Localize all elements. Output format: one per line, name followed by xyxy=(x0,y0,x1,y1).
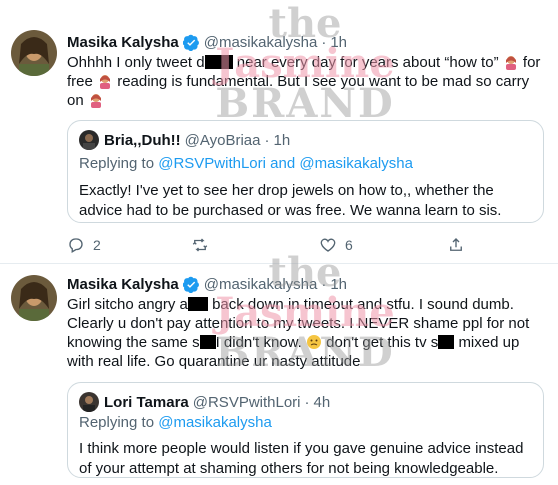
woman-tipping-hand-emoji-icon xyxy=(100,75,111,89)
retweet-icon xyxy=(192,238,208,252)
reply-count: 2 xyxy=(93,237,101,253)
tweet-header: Masika Kalysha @masikakalysha · 1h xyxy=(67,34,347,51)
text-segment: reading is fundamental. But I see you wa… xyxy=(67,73,530,109)
quoted-handle[interactable]: @RSVPwithLori xyxy=(193,394,301,411)
text-segment: Ohhhh I only tweet d xyxy=(67,54,205,71)
like-count: 6 xyxy=(345,237,353,253)
tweet-actions: 2 6 xyxy=(67,236,487,256)
quoted-tweet-header: Bria,,Duh!! @AyoBriaa · 1h xyxy=(79,130,290,150)
text-segment: Girl sitcho angry a xyxy=(67,296,188,313)
tweet-header: Masika Kalysha @masikakalysha · 1h xyxy=(67,276,347,293)
replying-users-link[interactable]: @RSVPwithLori and @masikakalysha xyxy=(158,155,413,172)
quoted-timestamp[interactable]: 1h xyxy=(274,132,291,149)
like-button[interactable]: 6 xyxy=(319,236,353,254)
heart-icon xyxy=(320,238,336,252)
quoted-tweet[interactable]: Lori Tamara @RSVPwithLori · 4h Replying … xyxy=(67,382,544,478)
replying-prefix: Replying to xyxy=(79,414,155,431)
tweet-text: Ohhhh I only tweet d near every day for … xyxy=(67,53,547,110)
timestamp[interactable]: 1h xyxy=(330,276,347,293)
separator-dot: · xyxy=(304,393,310,411)
text-segment: I didn't know. xyxy=(215,334,302,351)
quoted-avatar xyxy=(79,392,99,412)
tweet-1[interactable]: Masika Kalysha @masikakalysha · 1h Ohhhh… xyxy=(0,0,558,264)
verified-badge-icon xyxy=(182,276,199,293)
quoted-tweet-text: Exactly! I've yet to see her drop jewels… xyxy=(79,182,502,219)
quoted-handle[interactable]: @AyoBriaa xyxy=(185,132,261,149)
retweet-button[interactable] xyxy=(191,236,209,254)
replying-to: Replying to @masikakalysha xyxy=(79,414,272,431)
replying-to: Replying to @RSVPwithLori and @masikakal… xyxy=(79,155,413,172)
quoted-avatar xyxy=(79,130,99,150)
redaction-block xyxy=(438,335,455,349)
text-segment: don't get this tv s xyxy=(326,334,439,351)
replying-users-link[interactable]: @masikakalysha xyxy=(158,414,272,431)
quoted-tweet[interactable]: Bria,,Duh!! @AyoBriaa · 1h Replying to @… xyxy=(67,120,544,223)
quoted-display-name[interactable]: Bria,,Duh!! xyxy=(104,132,181,149)
avatar[interactable] xyxy=(11,30,57,76)
quoted-tweet-header: Lori Tamara @RSVPwithLori · 4h xyxy=(79,392,330,412)
woman-tipping-hand-emoji-icon xyxy=(90,94,101,108)
timestamp[interactable]: 1h xyxy=(330,34,347,51)
verified-badge-icon xyxy=(182,34,199,51)
share-button[interactable] xyxy=(447,236,465,254)
avatar[interactable] xyxy=(11,275,57,321)
woman-tipping-hand-emoji-icon xyxy=(505,56,516,70)
separator-dot: · xyxy=(264,131,270,149)
reply-icon xyxy=(69,238,83,253)
quoted-display-name[interactable]: Lori Tamara xyxy=(104,394,189,411)
redaction-block xyxy=(204,55,233,69)
display-name[interactable]: Masika Kalysha xyxy=(67,276,179,293)
replying-prefix: Replying to xyxy=(79,155,155,172)
thinking-face-emoji-icon xyxy=(307,335,321,349)
share-icon xyxy=(450,238,462,251)
tweet-text: Girl sitcho angry a back down in timeout… xyxy=(67,295,547,371)
redaction-block xyxy=(187,297,208,311)
tweet-2[interactable]: Masika Kalysha @masikakalysha · 1h Girl … xyxy=(0,253,558,485)
quoted-timestamp[interactable]: 4h xyxy=(314,394,331,411)
separator-dot: · xyxy=(321,34,327,51)
user-handle[interactable]: @masikakalysha xyxy=(204,34,318,51)
user-handle[interactable]: @masikakalysha xyxy=(204,276,318,293)
quoted-tweet-text: I think more people would listen if you … xyxy=(79,440,524,477)
redaction-block xyxy=(199,335,216,349)
text-segment: near every day for years about “how to” xyxy=(236,54,499,71)
display-name[interactable]: Masika Kalysha xyxy=(67,34,179,51)
reply-button[interactable]: 2 xyxy=(67,236,101,254)
separator-dot: · xyxy=(321,276,327,293)
